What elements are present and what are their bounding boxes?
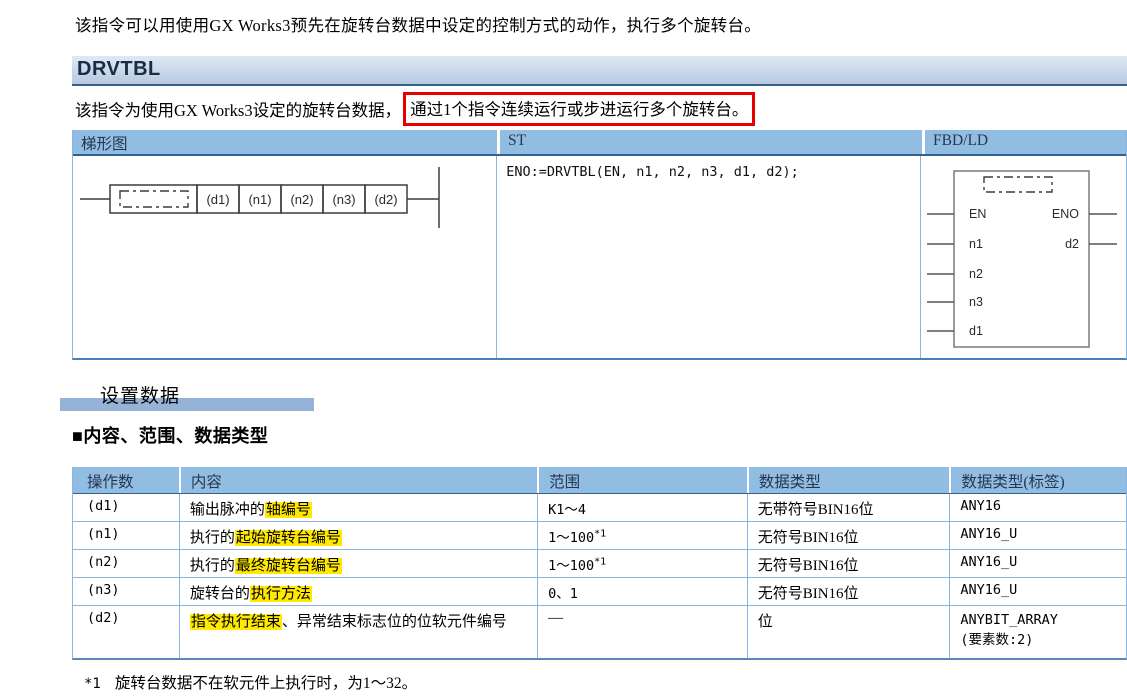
syntax-table-header: 梯形图 ST FBD/LD (73, 130, 1126, 156)
highlight-text: 起始旋转台编号 (235, 530, 342, 546)
datatype-cell: 无符号BIN16位 (747, 550, 950, 577)
col-header-range: 范围 (537, 467, 747, 493)
datatype-label-cell: ANY16_U (949, 550, 1126, 577)
fbd-input-d1: d1 (969, 324, 983, 338)
header-fbd-ld: FBD/LD (922, 130, 1125, 154)
instruction-title-band: DRVTBL (72, 56, 1127, 86)
content-cell: 执行的最终旋转台编号 (179, 550, 537, 577)
table-row-n2: (n2) 执行的最终旋转台编号 1～100*1 无符号BIN16位 ANY16_… (73, 550, 1126, 578)
header-ladder: 梯形图 (73, 130, 497, 154)
col-header-datatype: 数据类型 (747, 467, 950, 493)
fbd-input-n1: n1 (969, 237, 983, 251)
section-header-bar (60, 398, 314, 411)
instruction-title: DRVTBL (72, 56, 1127, 81)
ladder-diagram: (d1) (n1) (n2) (n3) (d2) (73, 156, 497, 358)
range-cell: 1～100*1 (537, 550, 747, 577)
col-header-datatype-label: 数据类型(标签) (949, 467, 1126, 493)
description-emphasis-red-box: 通过1个指令连续运行或步进运行多个旋转台。 (403, 92, 755, 126)
range-cell: 0、1 (537, 578, 747, 605)
instruction-description: 该指令为使用GX Works3设定的旋转台数据， 通过1个指令连续运行或步进运行… (75, 93, 755, 125)
table-row-n1: (n1) 执行的起始旋转台编号 1～100*1 无符号BIN16位 ANY16_… (73, 522, 1126, 550)
ladder-operand-n1: (n1) (248, 192, 271, 207)
highlight-text: 最终旋转台编号 (235, 558, 342, 574)
ladder-operand-d2: (d2) (374, 192, 397, 207)
subsection-title: ■内容、范围、数据类型 (72, 422, 268, 448)
syntax-table-body: (d1) (n1) (n2) (n3) (d2) ENO:=DRVTBL(EN,… (73, 156, 1126, 358)
fbd-diagram-cell: EN n1 n2 n3 d1 ENO d2 (920, 156, 1126, 358)
datatype-label-cell: ANY16_U (949, 578, 1126, 605)
datatype-cell: 无带符号BIN16位 (747, 494, 950, 521)
datatype-cell: 无符号BIN16位 (747, 578, 950, 605)
section-title: 设置数据 (100, 381, 180, 408)
ladder-operand-n3: (n3) (332, 192, 355, 207)
st-code-cell: ENO:=DRVTBL(EN, n1, n2, n3, d1, d2); (496, 156, 920, 358)
footnote-marker: *1 (84, 676, 101, 692)
description-prefix: 该指令为使用GX Works3设定的旋转台数据， (75, 97, 401, 121)
operand-cell: (d1) (73, 494, 179, 521)
syntax-table: 梯形图 ST FBD/LD (72, 130, 1127, 360)
datatype-cell: 位 (747, 606, 950, 658)
fbd-output-eno: ENO (1052, 207, 1079, 221)
range-cell: K1～4 (537, 494, 747, 521)
st-code: ENO:=DRVTBL(EN, n1, n2, n3, d1, d2); (506, 164, 799, 180)
content-cell: 执行的起始旋转台编号 (179, 522, 537, 549)
table-row-d2: (d2) 指令执行结束、异常结束标志位的位软元件编号 — 位 ANYBIT_AR… (73, 606, 1126, 658)
range-cell: 1～100*1 (537, 522, 747, 549)
datatype-label-cell: ANY16_U (949, 522, 1126, 549)
footnote: *1 旋转台数据不在软元件上执行时，为1～32。 (84, 671, 417, 693)
fbd-input-en: EN (969, 207, 986, 221)
range-cell: — (537, 606, 747, 658)
operand-cell: (d2) (73, 606, 179, 658)
operand-cell: (n1) (73, 522, 179, 549)
ladder-operand-d1: (d1) (206, 192, 229, 207)
fbd-block-diagram: EN n1 n2 n3 d1 ENO d2 (921, 156, 1126, 358)
content-cell: 旋转台的执行方法 (179, 578, 537, 605)
intro-paragraph: 该指令可以用使用GX Works3预先在旋转台数据中设定的控制方式的动作，执行多… (75, 12, 761, 36)
manual-page: 该指令可以用使用GX Works3预先在旋转台数据中设定的控制方式的动作，执行多… (0, 0, 1127, 697)
header-st: ST (497, 130, 922, 154)
ladder-operand-n2: (n2) (290, 192, 313, 207)
fbd-input-n3: n3 (969, 295, 983, 309)
col-header-content: 内容 (179, 467, 537, 493)
content-cell: 指令执行结束、异常结束标志位的位软元件编号 (179, 606, 537, 658)
highlight-text: 轴编号 (265, 502, 312, 518)
col-header-operand: 操作数 (73, 467, 179, 493)
highlight-text: 执行方法 (250, 586, 312, 602)
fbd-output-d2: d2 (1065, 237, 1079, 251)
datatype-label-cell: ANY16 (949, 494, 1126, 521)
operand-cell: (n3) (73, 578, 179, 605)
datatype-label-cell: ANYBIT_ARRAY(要素数:2) (949, 606, 1126, 658)
table-row-d1: (d1) 输出脉冲的轴编号 K1～4 无带符号BIN16位 ANY16 (73, 494, 1126, 522)
table-row-n3: (n3) 旋转台的执行方法 0、1 无符号BIN16位 ANY16_U (73, 578, 1126, 606)
fbd-input-n2: n2 (969, 267, 983, 281)
operand-table: 操作数 内容 范围 数据类型 数据类型(标签) (d1) 输出脉冲的轴编号 K1… (72, 467, 1127, 660)
ladder-diagram-cell: (d1) (n1) (n2) (n3) (d2) (73, 156, 496, 358)
datatype-cell: 无符号BIN16位 (747, 522, 950, 549)
content-cell: 输出脉冲的轴编号 (179, 494, 537, 521)
operand-cell: (n2) (73, 550, 179, 577)
footnote-text: 旋转台数据不在软元件上执行时，为1～32。 (115, 675, 417, 692)
highlight-text: 指令执行结束 (190, 614, 282, 630)
operand-table-header: 操作数 内容 范围 数据类型 数据类型(标签) (73, 467, 1126, 494)
